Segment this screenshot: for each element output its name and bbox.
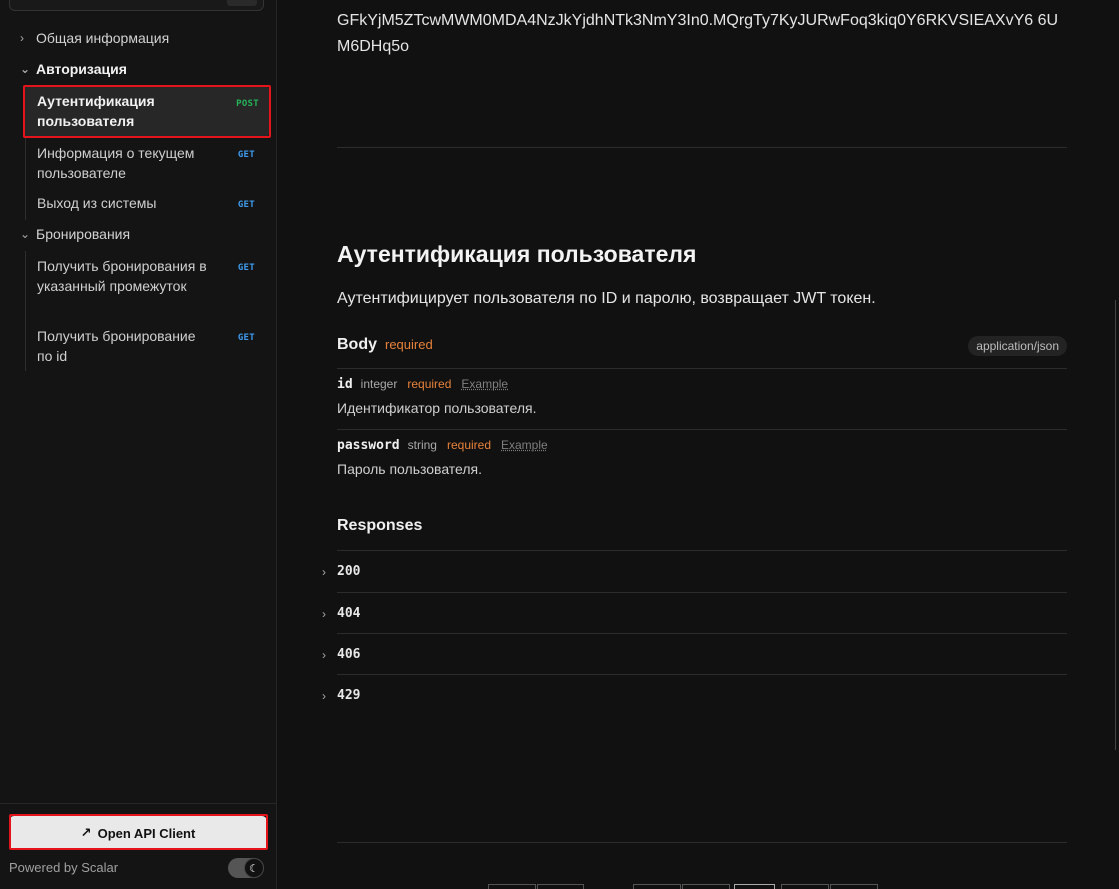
sidebar-item-label: Информация о текущем пользователе [37,145,195,181]
chevron-down-icon: ⌄ [20,62,31,76]
body-divider [337,368,1067,369]
search-input[interactable] [9,0,264,11]
open-api-client-button[interactable]: ↗ Open API Client [9,816,267,850]
sidebar-item-bookings-range[interactable]: Получить бронирования в указанный промеж… [37,257,265,296]
param-password: password string required Example Пароль … [337,438,1067,477]
sidebar-group-authorization[interactable]: ⌄ Авторизация [20,61,127,77]
chevron-right-icon: › [322,606,326,621]
sidebar-item-authenticate-user[interactable]: Аутентификация пользователя POST [24,86,269,137]
param-required: required [407,377,452,391]
param-divider [337,429,1067,430]
response-code: 200 [337,564,361,579]
example-toggle[interactable]: Example [501,438,548,452]
sidebar-item-booking-by-id[interactable]: Получить бронирование по id GET [37,327,265,366]
bottom-tab[interactable] [488,884,536,889]
param-id: id integer required Example Идентификато… [337,377,1067,416]
param-name: password [337,438,400,453]
param-required: required [446,438,491,452]
sidebar-footer: ↗ Open API Client Powered by Scalar ☾ [0,803,277,889]
response-code: 429 [337,688,361,703]
param-description: Идентификатор пользователя. [337,400,537,416]
sidebar-item-label: Аутентификация пользователя [37,93,155,129]
bottom-tab[interactable] [633,884,681,889]
sidebar-group-bookings[interactable]: ⌄ Бронирования [20,226,130,242]
method-badge-get: GET [237,200,255,210]
arrow-up-right-icon: ↗ [80,825,92,840]
section-divider [337,842,1067,843]
bottom-tab[interactable] [830,884,878,889]
main-content: GFkYjM5ZTcwMWM0MDA4NzJkYjdhNTk3NmY3In0.M… [278,0,1119,889]
required-badge: required [385,337,433,352]
keyboard-shortcut-badge [227,0,257,6]
response-406[interactable]: › 406 [322,634,1067,675]
sidebar-item-current-user[interactable]: Информация о текущем пользователе GET [37,144,265,183]
body-title: Body [337,336,377,353]
section-divider [337,147,1067,148]
sidebar-item-label: Получить бронирование по id [37,328,196,364]
sidebar-item-label: Выход из системы [37,195,157,211]
open-api-client-label: Open API Client [97,825,196,841]
bottom-tab[interactable] [734,884,775,889]
page-title: Аутентификация пользователя [337,241,697,267]
chevron-down-icon: ⌄ [20,227,31,241]
bottom-tab[interactable] [781,884,829,889]
sidebar-item-label: Получить бронирования в указанный промеж… [37,258,207,294]
jwt-token-example: GFkYjM5ZTcwMWM0MDA4NzJkYjdhNTk3NmY3In0.M… [337,12,1059,55]
param-description: Пароль пользователя. [337,461,483,477]
content-type-selector[interactable]: application/json [968,336,1067,356]
response-200[interactable]: › 200 [322,551,1067,592]
theme-toggle[interactable]: ☾ [228,858,264,878]
powered-by-link[interactable]: Powered by Scalar [9,860,118,875]
sidebar-group-label: Общая информация [36,30,170,46]
moon-icon: ☾ [244,858,264,878]
sidebar-item-logout[interactable]: Выход из системы GET [37,194,265,214]
method-badge-get: GET [237,263,255,273]
responses-title: Responses [337,517,423,534]
scrollbar[interactable] [1115,300,1119,750]
example-toggle[interactable]: Example [461,377,508,391]
chevron-right-icon: › [322,647,326,662]
param-type: string [407,438,437,452]
chevron-right-icon: › [322,564,326,579]
chevron-right-icon: › [322,688,326,703]
bottom-tab[interactable] [537,884,584,889]
method-badge-get: GET [237,333,255,343]
method-badge-get: GET [237,150,255,160]
response-code: 406 [337,647,361,662]
section-description: Аутентифицирует пользователя по ID и пар… [337,290,876,307]
response-429[interactable]: › 429 [322,675,1067,716]
method-badge-post: POST [236,99,259,109]
request-body-header: Body required [337,336,433,354]
response-404[interactable]: › 404 [322,593,1067,634]
param-name: id [337,377,353,392]
response-code: 404 [337,606,361,621]
sidebar-group-general-info[interactable]: › Общая информация [20,30,169,46]
chevron-right-icon: › [20,31,24,45]
sidebar-group-label: Авторизация [36,61,127,77]
sidebar-group-label: Бронирования [36,226,131,242]
param-type: integer [360,377,398,391]
bottom-tab[interactable] [682,884,730,889]
tree-line [25,251,26,371]
sidebar: › Общая информация ⌄ Авторизация Аутенти… [0,0,277,889]
